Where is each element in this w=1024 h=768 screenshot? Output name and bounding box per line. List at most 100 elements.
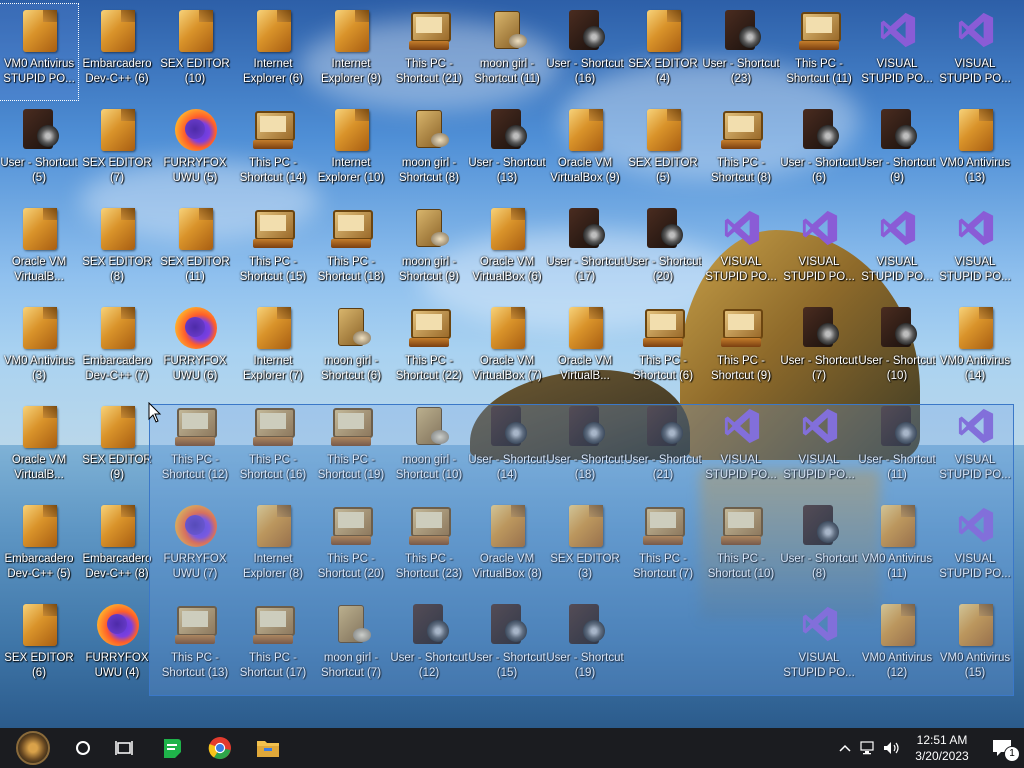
desktop-icon[interactable]: Embarcadero Dev-C++ (8) <box>78 499 156 595</box>
desktop-icon[interactable]: VISUAL STUPID PO... <box>936 4 1014 100</box>
desktop-icon[interactable]: VISUAL STUPID PO... <box>936 202 1014 298</box>
desktop-icon[interactable]: User - Shortcut (14) <box>468 400 546 496</box>
desktop-icon[interactable]: User - Shortcut (9) <box>858 103 936 199</box>
desktop-icon[interactable]: FURRYFOX UWU (6) <box>156 301 234 397</box>
desktop-icon[interactable]: This PC - Shortcut (20) <box>312 499 390 595</box>
desktop-icon[interactable]: This PC - Shortcut (12) <box>156 400 234 496</box>
desktop-icon[interactable]: This PC - Shortcut (6) <box>624 301 702 397</box>
desktop-icon[interactable]: Internet Explorer (10) <box>312 103 390 199</box>
desktop-icon[interactable]: Embarcadero Dev-C++ (5) <box>0 499 78 595</box>
desktop-icon[interactable]: This PC - Shortcut (14) <box>234 103 312 199</box>
desktop-icon[interactable]: SEX EDITOR (8) <box>78 202 156 298</box>
desktop-icon[interactable]: SEX EDITOR (4) <box>624 4 702 100</box>
desktop-icon[interactable]: User - Shortcut (10) <box>858 301 936 397</box>
desktop-icon[interactable]: moon girl - Shortcut (11) <box>468 4 546 100</box>
desktop-icon[interactable]: SEX EDITOR (11) <box>156 202 234 298</box>
desktop-icon[interactable]: Internet Explorer (6) <box>234 4 312 100</box>
desktop-icon[interactable]: VISUAL STUPID PO... <box>780 202 858 298</box>
desktop-icon[interactable]: Internet Explorer (7) <box>234 301 312 397</box>
network-button[interactable] <box>856 728 880 768</box>
action-center-button[interactable]: 1 <box>980 728 1024 768</box>
desktop-icon[interactable]: This PC - Shortcut (23) <box>390 499 468 595</box>
desktop-icon[interactable]: Oracle VM VirtualBox (9) <box>546 103 624 199</box>
desktop-icon[interactable]: This PC - Shortcut (15) <box>234 202 312 298</box>
desktop-icon[interactable]: This PC - Shortcut (9) <box>702 301 780 397</box>
desktop-icon[interactable]: VM0 Antivirus (13) <box>936 103 1014 199</box>
desktop-icon[interactable]: User - Shortcut (17) <box>546 202 624 298</box>
desktop-icon[interactable]: This PC - Shortcut (21) <box>390 4 468 100</box>
desktop-icon[interactable]: Oracle VM VirtualB... <box>0 400 78 496</box>
desktop-icon[interactable]: This PC - Shortcut (16) <box>234 400 312 496</box>
desktop-icon[interactable]: Embarcadero Dev-C++ (7) <box>78 301 156 397</box>
desktop-icon[interactable]: Oracle VM VirtualB... <box>0 202 78 298</box>
desktop-icon[interactable]: This PC - Shortcut (11) <box>780 4 858 100</box>
desktop-icon[interactable]: VM0 Antivirus STUPID PO... <box>0 3 79 101</box>
desktop-icon[interactable]: moon girl - Shortcut (7) <box>312 598 390 694</box>
desktop-icon[interactable]: This PC - Shortcut (18) <box>312 202 390 298</box>
desktop-icon[interactable]: VM0 Antivirus (12) <box>858 598 936 694</box>
desktop-icon[interactable]: moon girl - Shortcut (6) <box>312 301 390 397</box>
task-view-button[interactable] <box>100 728 148 768</box>
taskbar-app-chrome[interactable] <box>196 728 244 768</box>
desktop-icon[interactable]: This PC - Shortcut (13) <box>156 598 234 694</box>
desktop-icon[interactable]: SEX EDITOR (10) <box>156 4 234 100</box>
desktop-icon[interactable]: Oracle VM VirtualBox (6) <box>468 202 546 298</box>
desktop-icon[interactable]: User - Shortcut (16) <box>546 4 624 100</box>
desktop-icon[interactable]: User - Shortcut (11) <box>858 400 936 496</box>
desktop-icon[interactable]: FURRYFOX UWU (7) <box>156 499 234 595</box>
desktop-icon[interactable]: Embarcadero Dev-C++ (6) <box>78 4 156 100</box>
desktop-icon[interactable]: Internet Explorer (9) <box>312 4 390 100</box>
desktop-icon[interactable]: User - Shortcut (20) <box>624 202 702 298</box>
desktop-icon[interactable]: VISUAL STUPID PO... <box>780 598 858 694</box>
desktop-icon[interactable]: User - Shortcut (18) <box>546 400 624 496</box>
desktop-icon[interactable]: User - Shortcut (19) <box>546 598 624 694</box>
desktop-icon[interactable]: This PC - Shortcut (22) <box>390 301 468 397</box>
show-hidden-icons-button[interactable] <box>834 728 856 768</box>
desktop-icon[interactable]: User - Shortcut (5) <box>0 103 78 199</box>
desktop-icon[interactable]: SEX EDITOR (3) <box>546 499 624 595</box>
desktop-icon[interactable]: VISUAL STUPID PO... <box>702 202 780 298</box>
clock[interactable]: 12:51 AM 3/20/2023 <box>904 728 980 768</box>
taskbar-app-notes[interactable] <box>148 728 196 768</box>
desktop-icon[interactable]: VISUAL STUPID PO... <box>936 400 1014 496</box>
desktop-icon[interactable]: FURRYFOX UWU (4) <box>78 598 156 694</box>
desktop-icon[interactable]: VISUAL STUPID PO... <box>936 499 1014 595</box>
desktop-icon[interactable]: moon girl - Shortcut (10) <box>390 400 468 496</box>
desktop-icon[interactable]: SEX EDITOR (7) <box>78 103 156 199</box>
taskbar-app-file-explorer[interactable] <box>244 728 292 768</box>
desktop-icon[interactable]: VISUAL STUPID PO... <box>858 4 936 100</box>
desktop-icon[interactable]: SEX EDITOR (5) <box>624 103 702 199</box>
desktop-icon[interactable]: User - Shortcut (23) <box>702 4 780 100</box>
desktop-icon[interactable]: User - Shortcut (12) <box>390 598 468 694</box>
desktop-icon[interactable]: SEX EDITOR (9) <box>78 400 156 496</box>
desktop-icon[interactable]: Oracle VM VirtualB... <box>546 301 624 397</box>
desktop-icon[interactable]: VISUAL STUPID PO... <box>858 202 936 298</box>
desktop-icon[interactable]: User - Shortcut (6) <box>780 103 858 199</box>
desktop-icon[interactable]: User - Shortcut (21) <box>624 400 702 496</box>
desktop-icon[interactable]: FURRYFOX UWU (5) <box>156 103 234 199</box>
volume-button[interactable] <box>880 728 904 768</box>
desktop-icon[interactable]: This PC - Shortcut (17) <box>234 598 312 694</box>
start-button[interactable] <box>0 728 66 768</box>
desktop-icon[interactable]: User - Shortcut (13) <box>468 103 546 199</box>
desktop-icon[interactable]: This PC - Shortcut (8) <box>702 103 780 199</box>
desktop-icon[interactable]: This PC - Shortcut (19) <box>312 400 390 496</box>
desktop-icon[interactable]: moon girl - Shortcut (9) <box>390 202 468 298</box>
desktop-icon[interactable]: This PC - Shortcut (7) <box>624 499 702 595</box>
desktop-icon[interactable]: VISUAL STUPID PO... <box>780 400 858 496</box>
desktop-icon[interactable]: SEX EDITOR (6) <box>0 598 78 694</box>
desktop-icon[interactable]: User - Shortcut (8) <box>780 499 858 595</box>
desktop-icon[interactable]: This PC - Shortcut (10) <box>702 499 780 595</box>
desktop-icon[interactable]: User - Shortcut (15) <box>468 598 546 694</box>
search-button[interactable] <box>66 728 100 768</box>
desktop-icon[interactable]: moon girl - Shortcut (8) <box>390 103 468 199</box>
desktop-icon[interactable]: VM0 Antivirus (15) <box>936 598 1014 694</box>
desktop-icon[interactable]: Internet Explorer (8) <box>234 499 312 595</box>
desktop[interactable]: VM0 Antivirus STUPID PO... Embarcadero De… <box>0 0 1024 728</box>
desktop-icon[interactable]: Oracle VM VirtualBox (7) <box>468 301 546 397</box>
desktop-icon[interactable]: VISUAL STUPID PO... <box>702 400 780 496</box>
desktop-icon[interactable]: VM0 Antivirus (14) <box>936 301 1014 397</box>
desktop-icon[interactable]: VM0 Antivirus (3) <box>0 301 78 397</box>
desktop-icon[interactable]: Oracle VM VirtualBox (8) <box>468 499 546 595</box>
desktop-icon[interactable]: User - Shortcut (7) <box>780 301 858 397</box>
